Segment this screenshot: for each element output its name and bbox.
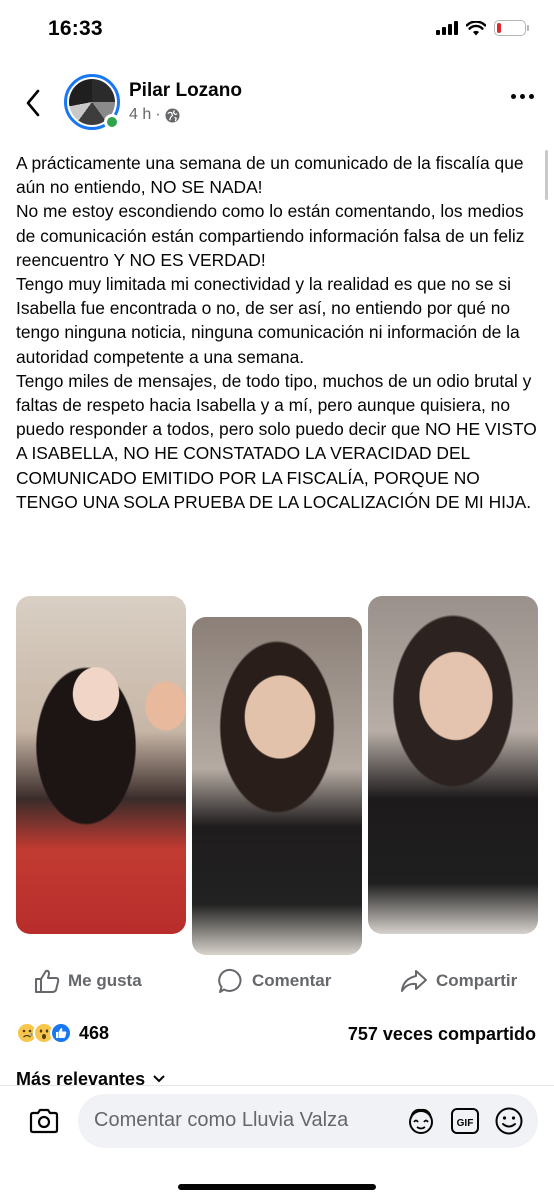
reactions-summary[interactable]: 468 (16, 1022, 109, 1044)
photo-girl-closeup[interactable] (368, 596, 538, 934)
comment-input-icons: GIF (406, 1106, 524, 1136)
share-count[interactable]: 757 veces compartido (348, 1024, 536, 1045)
photo-girl-smiling[interactable] (192, 617, 362, 955)
online-status-dot (104, 114, 120, 130)
post-actions: Me gusta Comentar Compartir (0, 962, 554, 1004)
meta-separator: · (155, 106, 161, 123)
comment-button[interactable]: Comentar (218, 968, 331, 994)
comment-composer: Comentar como Lluvia Valza GIF (0, 1085, 554, 1200)
post-header: Pilar Lozano 4 h · (0, 70, 554, 134)
back-button[interactable] (18, 86, 48, 120)
thumbs-up-icon (35, 969, 60, 993)
emoji-icon (495, 1107, 523, 1135)
camera-icon (29, 1108, 59, 1134)
gif-icon: GIF (451, 1108, 479, 1134)
share-label: Compartir (436, 971, 518, 990)
wifi-icon (466, 20, 486, 35)
avatar[interactable] (64, 74, 120, 130)
camera-button[interactable] (26, 1106, 62, 1136)
chevron-down-icon (153, 1075, 165, 1083)
battery-icon (494, 20, 529, 36)
author-name[interactable]: Pilar Lozano (129, 80, 242, 102)
more-horizontal-icon (511, 94, 516, 99)
chevron-left-icon (26, 89, 40, 117)
cellular-signal-icon (436, 21, 458, 35)
gif-button[interactable]: GIF (450, 1106, 480, 1136)
more-options-button[interactable] (511, 94, 534, 99)
avatar-sticker-button[interactable] (406, 1106, 436, 1136)
avatar-sticker-icon (409, 1108, 433, 1134)
status-icons (436, 20, 529, 36)
battery-level (497, 23, 501, 33)
share-arrow-icon (401, 970, 427, 992)
status-time: 16:33 (48, 17, 103, 40)
status-bar: 16:33 (0, 0, 554, 62)
like-button[interactable]: Me gusta (34, 968, 142, 994)
scrollbar[interactable] (545, 150, 548, 200)
comment-label: Comentar (252, 971, 332, 990)
post-time[interactable]: 4 h (129, 106, 151, 124)
post-meta: 4 h · (129, 106, 180, 124)
comment-placeholder: Comentar como Lluvia Valza (94, 1109, 349, 1131)
reaction-count: 468 (79, 1022, 110, 1043)
emoji-button[interactable] (494, 1106, 524, 1136)
share-button[interactable]: Compartir (400, 968, 517, 994)
gif-label: GIF (457, 1118, 474, 1129)
like-reaction-icon (50, 1022, 72, 1044)
like-label: Me gusta (68, 971, 142, 990)
post-text: A prácticamente una semana de un comunic… (16, 153, 537, 512)
comment-input[interactable]: Comentar como Lluvia Valza GIF (78, 1094, 538, 1148)
photo-woman-and-girl[interactable] (16, 596, 186, 934)
home-indicator[interactable] (178, 1184, 376, 1190)
globe-icon (165, 107, 180, 123)
speech-bubble-icon (218, 968, 242, 993)
